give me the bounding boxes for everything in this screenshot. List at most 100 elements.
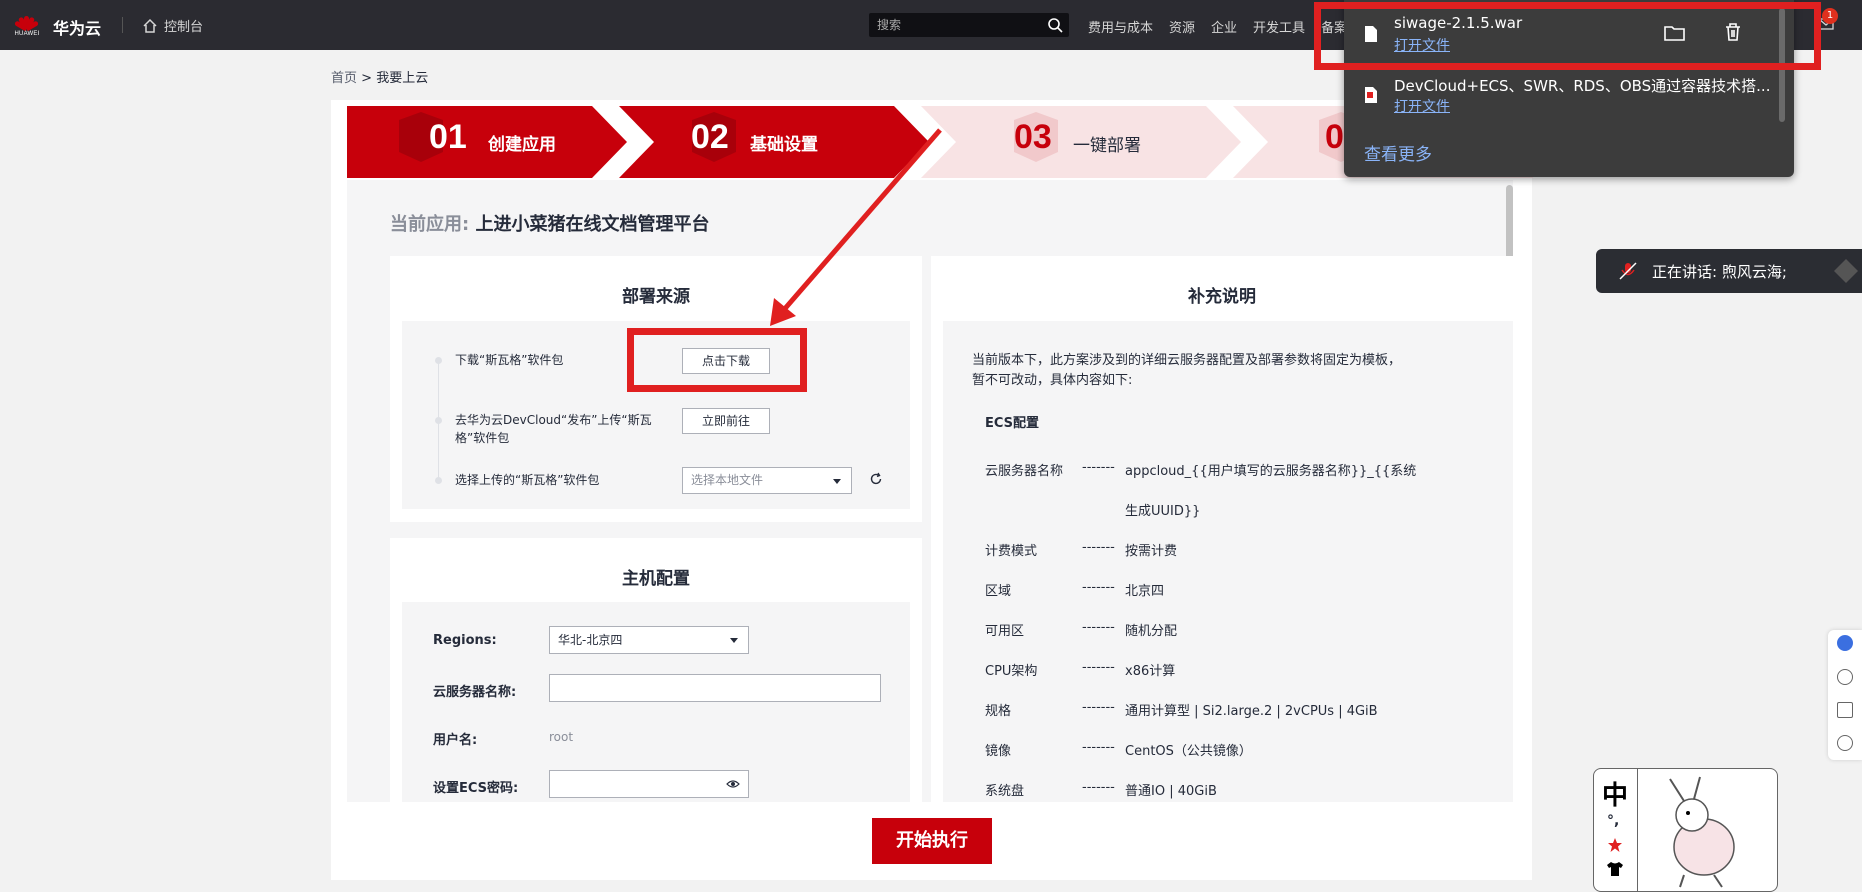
spec-key: 规格 xyxy=(985,704,1012,719)
step-upload-label: 去华为云DevCloud“发布”上传“斯瓦格”软件包 xyxy=(455,413,652,445)
floating-toolbar xyxy=(1828,630,1862,760)
home-icon xyxy=(143,18,157,33)
ime-widget: 中 °, xyxy=(1593,768,1778,892)
mascot-image xyxy=(1669,776,1735,888)
timeline-dot xyxy=(435,417,442,424)
annotation-box-button xyxy=(627,328,807,392)
step-select-label: 选择上传的“斯瓦格”软件包 xyxy=(455,473,600,487)
timeline-dot xyxy=(435,357,442,364)
huawei-logo[interactable]: HUAWEI xyxy=(12,9,42,41)
spec-value: 普通IO | 40GiB xyxy=(1125,784,1217,799)
console-label: 控制台 xyxy=(164,20,204,35)
open-file-link[interactable]: 打开文件 xyxy=(1394,96,1450,116)
current-app: 当前应用: 上进小菜猪在线文档管理平台 xyxy=(390,214,710,235)
annotation-box-download xyxy=(1314,2,1821,70)
chevron-down-icon xyxy=(730,638,738,643)
chevron-down-icon xyxy=(833,478,841,484)
headset-icon[interactable] xyxy=(1837,635,1853,651)
spec-row: 计费模式 ------- 按需计费 xyxy=(985,540,1415,560)
smile-icon[interactable] xyxy=(1837,735,1853,751)
current-app-name: 上进小菜猪在线文档管理平台 xyxy=(475,214,710,235)
spec-dash: ------- xyxy=(1082,540,1115,555)
supplement-card: 补充说明 xyxy=(931,256,1513,802)
speaking-toast: 正在讲话: 煦风云海; xyxy=(1596,249,1862,293)
nav-links: 费用与成本 资源 企业 开发工具 备案 xyxy=(1088,17,1347,36)
eye-icon[interactable] xyxy=(726,778,740,790)
spec-value: 按需计费 xyxy=(1125,544,1178,559)
spec-key: 系统盘 xyxy=(985,784,1025,799)
nav-item-enterprise[interactable]: 企业 xyxy=(1211,17,1237,36)
start-execute-button[interactable]: 开始执行 xyxy=(872,818,992,864)
spec-value: CentOS（公共镜像） xyxy=(1125,744,1252,759)
search-input[interactable]: 搜索 xyxy=(869,13,1069,37)
spec-value: 生成UUID}} xyxy=(1125,504,1201,519)
spec-value: 通用计算型 | Si2.large.2 | 2vCPUs | 4GiB xyxy=(1125,704,1378,719)
spec-row: 可用区 ------- 随机分配 xyxy=(985,620,1415,640)
spec-value: 北京四 xyxy=(1125,584,1165,599)
spec-key: 云服务器名称 xyxy=(985,464,1064,479)
nav-item-devtools[interactable]: 开发工具 xyxy=(1253,17,1305,36)
server-name-input[interactable] xyxy=(549,674,881,702)
gem-icon xyxy=(1834,259,1858,283)
spec-row: 镜像 ------- CentOS（公共镜像） xyxy=(985,740,1415,760)
step-download-label: 下载“斯瓦格”软件包 xyxy=(455,353,564,367)
nav-item-resources[interactable]: 资源 xyxy=(1169,17,1195,36)
spec-row: 规格 ------- 通用计算型 | Si2.large.2 | 2vCPUs | … xyxy=(985,700,1415,720)
star-icon[interactable] xyxy=(1607,837,1623,853)
ecs-section-title: ECS配置 xyxy=(985,416,1040,431)
brand-name[interactable]: 华为云 xyxy=(53,15,101,39)
breadcrumb-current: 我要上云 xyxy=(376,71,429,86)
spec-key: CPU架构 xyxy=(985,664,1038,679)
help-icon[interactable] xyxy=(1837,669,1853,685)
spec-key: 计费模式 xyxy=(985,544,1038,559)
see-more-link[interactable]: 查看更多 xyxy=(1364,140,1432,165)
shirt-icon[interactable] xyxy=(1606,861,1624,877)
spec-dash: ------- xyxy=(1082,660,1115,675)
go-now-button[interactable]: 立即前往 xyxy=(682,408,770,434)
host-config-card: 主机配置 xyxy=(390,538,922,802)
server-name-label: 云服务器名称: xyxy=(433,685,517,700)
username-label: 用户名: xyxy=(433,733,478,748)
refresh-icon[interactable] xyxy=(869,472,883,486)
pdf-icon xyxy=(1365,87,1377,103)
regions-select[interactable]: 华北-北京四 xyxy=(549,626,749,654)
spec-key: 可用区 xyxy=(985,624,1025,639)
console-link[interactable]: 控制台 xyxy=(142,16,203,35)
timeline-dot xyxy=(435,477,442,484)
spec-row: CPU架构 ------- x86计算 xyxy=(985,660,1415,680)
spec-row: 区域 ------- 北京四 xyxy=(985,580,1415,600)
spec-dash: ------- xyxy=(1082,700,1115,715)
nav-item-cost[interactable]: 费用与成本 xyxy=(1088,17,1153,36)
local-file-select[interactable]: 选择本地文件 xyxy=(682,467,852,494)
password-input[interactable] xyxy=(549,770,749,798)
spec-key: 镜像 xyxy=(985,744,1012,759)
search-icon[interactable] xyxy=(1047,17,1063,33)
divider xyxy=(122,17,123,33)
username-value: root xyxy=(549,730,574,744)
ime-lang-toggle[interactable]: 中 xyxy=(1602,775,1628,812)
spec-dash: ------- xyxy=(1082,460,1115,475)
spec-dash: ------- xyxy=(1082,580,1115,595)
spec-value: appcloud_{{用户填写的云服务器名称}}_{{系统 xyxy=(1125,464,1417,479)
annotation-arrow xyxy=(770,128,942,326)
mic-muted-icon[interactable] xyxy=(1618,261,1638,281)
notification-badge: 1 xyxy=(1822,8,1838,24)
spec-row: 系统盘 ------- 普通IO | 40GiB xyxy=(985,780,1415,800)
step-3: 03 一键部署 xyxy=(921,106,1251,178)
spec-dash: ------- xyxy=(1082,780,1115,795)
spec-key: 区域 xyxy=(985,584,1012,599)
spec-value: 随机分配 xyxy=(1125,624,1178,639)
ime-punct-toggle[interactable]: °, xyxy=(1607,813,1619,829)
edit-icon[interactable] xyxy=(1837,702,1853,718)
spec-dash: ------- xyxy=(1082,620,1115,635)
step-1: 01 创建应用 xyxy=(347,106,637,178)
password-label: 设置ECS密码: xyxy=(433,781,519,796)
download-item[interactable]: DevCloud+ECS、SWR、RDS、OBS通过容器技术搭... 打开文件 xyxy=(1344,62,1794,122)
spec-value: x86计算 xyxy=(1125,664,1176,679)
regions-label: Regions: xyxy=(433,633,497,648)
spec-row: 云服务器名称 ------- appcloud_{{用户填写的云服务器名称}}_{{… xyxy=(985,460,1417,480)
spec-dash: ------- xyxy=(1082,740,1115,755)
supplement-intro: 当前版本下，此方案涉及到的详细云服务器配置及部署参数将固定为模板，暂不可改动，具… xyxy=(972,353,1402,388)
breadcrumb: 首页 > 我要上云 xyxy=(331,71,429,86)
breadcrumb-home[interactable]: 首页 xyxy=(331,71,357,86)
